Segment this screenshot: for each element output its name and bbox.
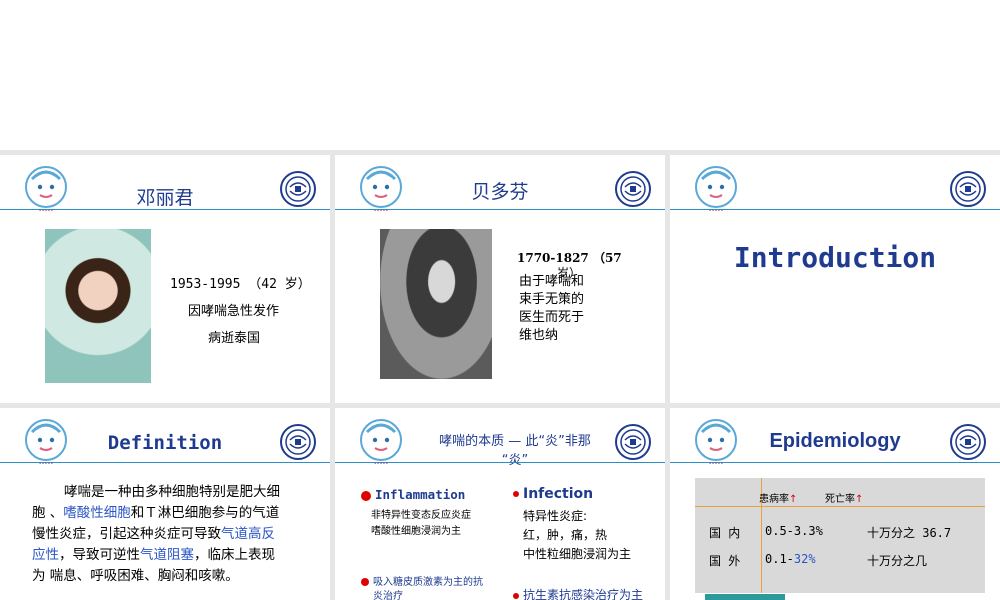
bio-line-4: 维也纳 xyxy=(519,328,559,343)
slide-title: 贝多芬 xyxy=(471,181,529,203)
slide-title: Introduction xyxy=(733,241,937,274)
title-line-1: 哮喘的本质 — 此“炎”非那 xyxy=(439,434,591,449)
mascot-icon xyxy=(359,418,403,466)
row-domestic-prevalence: 0.5-3.3% xyxy=(765,524,823,538)
cause-text: 因哮喘急性发作 xyxy=(188,304,280,319)
divider xyxy=(0,462,330,463)
hospital-logo-icon xyxy=(615,424,651,460)
divider xyxy=(0,209,330,210)
portrait-image xyxy=(380,229,492,379)
divider xyxy=(335,209,665,210)
divider xyxy=(335,462,665,463)
slide-introduction[interactable]: Introduction xyxy=(670,155,1000,403)
bullet-icon xyxy=(361,578,369,586)
slide-title: 哮喘的本质 — 此“炎”非那 “炎” xyxy=(415,432,615,470)
slide-teresa-teng[interactable]: 邓丽君 1953-1995 （42 岁） 因哮喘急性发作 病逝泰国 xyxy=(0,155,330,403)
inflammation-line-1: 非特异性变态反应炎症 xyxy=(371,510,471,521)
row-label-domestic: 国 内 xyxy=(709,526,741,540)
slide-beethoven[interactable]: 贝多芬 1770-1827 （57 岁） 由于哮喘和 束手无策的 医生而死于 维… xyxy=(335,155,665,403)
def-line-5: 为 喘息、呼吸困难、胸闷和咳嗽。 xyxy=(32,568,239,584)
slide-definition[interactable]: Definition 哮喘是一种由多种细胞特别是肥大细 胞 、嗜酸性细胞和Ｔ淋巴… xyxy=(0,408,330,600)
epidemiology-table: 患病率↑ 死亡率↑ 国 内 0.5-3.3% 十万分之 36.7 国 外 0.1… xyxy=(695,478,985,593)
title-line-2: “炎” xyxy=(501,453,529,468)
slide-epidemiology[interactable]: Epidemiology 患病率↑ 死亡率↑ 国 内 0.5-3.3% 十万分之… xyxy=(670,408,1000,600)
divider xyxy=(670,462,1000,463)
inflammation-line-2: 嗜酸性细胞浸润为主 xyxy=(371,526,461,537)
bullet-icon xyxy=(513,592,519,599)
def-line-3: 慢性炎症，引起这种炎症可导致气道高反 xyxy=(32,526,275,542)
row-label-foreign: 国 外 xyxy=(709,554,741,568)
infection-line-3: 中性粒细胞浸润为主 xyxy=(523,547,632,561)
lifespan-text: 1953-1995 （42 岁） xyxy=(170,277,311,292)
slide-asthma-nature[interactable]: 哮喘的本质 — 此“炎”非那 “炎” Inflammation 非特异性变态反应… xyxy=(335,408,665,600)
teal-bar xyxy=(705,594,785,600)
inflammation-treatment: 吸入糖皮质激素为主的抗 炎治疗 xyxy=(361,576,483,600)
def-line-4: 应性，导致可逆性气道阻塞，临床上表现 xyxy=(32,547,275,563)
infection-line-2: 红，肿，痛，热 xyxy=(523,528,608,542)
slide-title: 邓丽君 xyxy=(136,187,194,209)
bullet-icon xyxy=(361,490,371,501)
hospital-logo-icon xyxy=(950,171,986,207)
col-header-mortality: 死亡率↑ xyxy=(825,494,864,505)
row-foreign-mortality: 十万分之几 xyxy=(867,554,928,568)
definition-text: 哮喘是一种由多种细胞特别是肥大细 胞 、嗜酸性细胞和Ｔ淋巴细胞参与的气道 慢性炎… xyxy=(32,482,322,587)
def-line-1: 哮喘是一种由多种细胞特别是肥大细 xyxy=(64,484,280,500)
divider xyxy=(670,209,1000,210)
infection-treatment: 抗生素抗感染治疗为主 xyxy=(513,586,643,600)
slide-title: Definition xyxy=(107,432,223,454)
bio-line-2: 束手无策的 xyxy=(519,292,585,307)
def-line-2: 胞 、嗜酸性细胞和Ｔ淋巴细胞参与的气道 xyxy=(32,505,280,521)
bullet-icon xyxy=(513,491,519,497)
table-hline xyxy=(695,506,985,507)
mascot-icon xyxy=(694,165,738,213)
slide-title: Epidemiology xyxy=(769,430,901,452)
place-text: 病逝泰国 xyxy=(208,331,261,346)
infection-line-1: 特异性炎症: xyxy=(523,509,588,523)
infection-heading: Infection xyxy=(513,486,593,502)
row-foreign-prevalence: 0.1-32% xyxy=(765,552,816,566)
bio-line-3: 医生而死于 xyxy=(519,310,585,325)
inflammation-heading: Inflammation xyxy=(361,487,465,502)
row-domestic-mortality: 十万分之 36.7 xyxy=(867,526,952,540)
bio-line-1: 由于哮喘和 xyxy=(519,274,585,289)
col-header-prevalence: 患病率↑ xyxy=(759,494,798,505)
portrait-image xyxy=(45,229,151,383)
